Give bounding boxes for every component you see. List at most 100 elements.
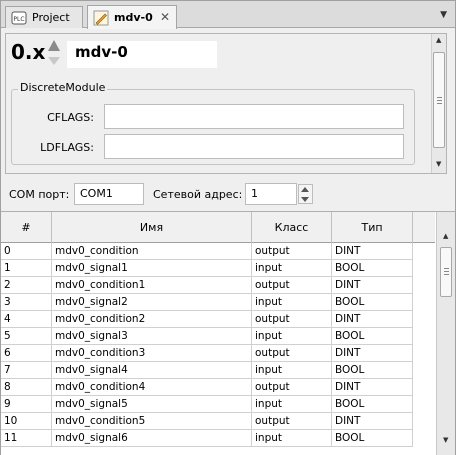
cell-name: mdv0_signal2 (52, 294, 252, 311)
table-row[interactable]: 5 mdv0_signal3 input BOOL (1, 328, 413, 345)
table-scroll-up-arrow-icon[interactable]: ▲ (443, 232, 448, 240)
table-row[interactable]: 4 mdv0_condition2 output DINT (1, 311, 413, 328)
cell-class: input (252, 328, 332, 345)
table-row[interactable]: 10 mdv0_condition5 output DINT (1, 413, 413, 430)
group-title: DiscreteModule (18, 81, 108, 94)
tab-mdv-0-label: mdv-0 (114, 11, 153, 24)
cell-type: BOOL (332, 294, 413, 311)
ldflags-input[interactable] (104, 134, 404, 159)
table-row[interactable]: 7 mdv0_signal4 input BOOL (1, 362, 413, 379)
ldflags-label: LDFLAGS: (40, 141, 94, 154)
stepper-up-icon[interactable] (301, 187, 309, 192)
cell-class: input (252, 362, 332, 379)
stepper-down-icon[interactable] (301, 197, 309, 202)
table-row[interactable]: 11 mdv0_signal6 input BOOL (1, 430, 413, 447)
tab-list-dropdown-icon[interactable]: ▼ (440, 10, 447, 20)
table-row[interactable]: 8 mdv0_condition4 output DINT (1, 379, 413, 396)
cell-number: 10 (1, 413, 52, 430)
cell-type: BOOL (332, 396, 413, 413)
table-row[interactable]: 1 mdv0_signal1 input BOOL (1, 260, 413, 277)
column-header-type[interactable]: Тип (332, 212, 413, 243)
table-header: # Имя Класс Тип (1, 212, 435, 243)
cell-number: 1 (1, 260, 52, 277)
cell-class: output (252, 243, 332, 260)
cell-class: output (252, 345, 332, 362)
network-address-stepper[interactable] (298, 184, 313, 204)
cell-class: input (252, 294, 332, 311)
scrollbar-thumb[interactable] (433, 52, 445, 148)
cflags-label: CFLAGS: (47, 111, 94, 124)
cell-name: mdv0_condition (52, 243, 252, 260)
table-scrollbar-thumb[interactable] (440, 247, 452, 297)
cell-class: input (252, 430, 332, 447)
cell-class: output (252, 379, 332, 396)
scroll-down-arrow-icon[interactable]: ▼ (436, 160, 441, 168)
cell-type: BOOL (332, 362, 413, 379)
tab-bar: PLC Project mdv-0 ✕ ▼ (1, 1, 455, 29)
table-row[interactable]: 0 mdv0_condition output DINT (1, 243, 413, 260)
cell-name: mdv0_signal3 (52, 328, 252, 345)
index-up-arrow-icon[interactable] (48, 40, 60, 51)
cell-number: 8 (1, 379, 52, 396)
tab-project[interactable]: PLC Project (5, 6, 83, 28)
com-port-label: COM порт: (9, 188, 70, 201)
network-address-field[interactable]: 1 (245, 183, 297, 205)
close-icon[interactable]: ✕ (160, 10, 170, 24)
cell-type: DINT (332, 311, 413, 328)
cell-type: DINT (332, 243, 413, 260)
table-row[interactable]: 9 mdv0_signal5 input BOOL (1, 396, 413, 413)
cell-number: 2 (1, 277, 52, 294)
cell-type: DINT (332, 413, 413, 430)
column-header-class[interactable]: Класс (252, 212, 332, 243)
tab-mdv-0[interactable]: mdv-0 ✕ (87, 5, 177, 29)
table-scroll-down-arrow-icon[interactable]: ▼ (443, 436, 448, 444)
column-header-name[interactable]: Имя (52, 212, 252, 243)
cell-number: 5 (1, 328, 52, 345)
module-name-field[interactable]: mdv-0 (67, 41, 217, 68)
com-port-field[interactable]: COM1 (74, 183, 144, 205)
cell-type: BOOL (332, 328, 413, 345)
column-header-number[interactable]: # (1, 212, 52, 243)
cell-number: 4 (1, 311, 52, 328)
cell-number: 9 (1, 396, 52, 413)
cell-name: mdv0_condition4 (52, 379, 252, 396)
cell-number: 0 (1, 243, 52, 260)
cell-name: mdv0_signal6 (52, 430, 252, 447)
table-scrollbar[interactable]: ▲ ▼ (436, 212, 455, 455)
cell-number: 11 (1, 430, 52, 447)
svg-text:PLC: PLC (13, 16, 24, 23)
pencil-icon (93, 10, 109, 26)
cell-type: DINT (332, 345, 413, 362)
cell-type: DINT (332, 379, 413, 396)
tab-project-label: Project (32, 11, 70, 24)
cell-name: mdv0_condition3 (52, 345, 252, 362)
cell-name: mdv0_signal1 (52, 260, 252, 277)
cell-type: BOOL (332, 430, 413, 447)
cell-number: 7 (1, 362, 52, 379)
cell-name: mdv0_condition1 (52, 277, 252, 294)
scroll-up-arrow-icon[interactable]: ▲ (436, 36, 441, 44)
network-address-label: Сетевой адрес: (153, 188, 243, 201)
properties-scrollbar[interactable]: ▲ ▼ (431, 34, 446, 173)
cell-name: mdv0_signal5 (52, 396, 252, 413)
cell-class: output (252, 413, 332, 430)
module-properties-panel: 0.x mdv-0 DiscreteModule CFLAGS: LDFLAGS… (5, 33, 447, 174)
signals-table: # Имя Класс Тип 0 mdv0_condition output DIN… (1, 211, 455, 455)
cell-name: mdv0_condition5 (52, 413, 252, 430)
cell-class: input (252, 396, 332, 413)
table-row[interactable]: 6 mdv0_condition3 output DINT (1, 345, 413, 362)
cell-class: input (252, 260, 332, 277)
cell-number: 3 (1, 294, 52, 311)
cell-class: output (252, 311, 332, 328)
cell-name: mdv0_condition2 (52, 311, 252, 328)
cell-type: BOOL (332, 260, 413, 277)
cell-number: 6 (1, 345, 52, 362)
table-row[interactable]: 3 mdv0_signal2 input BOOL (1, 294, 413, 311)
cflags-input[interactable] (104, 104, 404, 129)
discrete-module-group: DiscreteModule CFLAGS: LDFLAGS: (11, 81, 415, 165)
index-prefix: 0.x (11, 40, 46, 64)
cell-name: mdv0_signal4 (52, 362, 252, 379)
table-row[interactable]: 2 mdv0_condition1 output DINT (1, 277, 413, 294)
editor-window: PLC Project mdv-0 ✕ ▼ 0.x mdv-0 Discrete… (0, 0, 456, 455)
index-down-arrow-icon[interactable] (48, 57, 60, 65)
